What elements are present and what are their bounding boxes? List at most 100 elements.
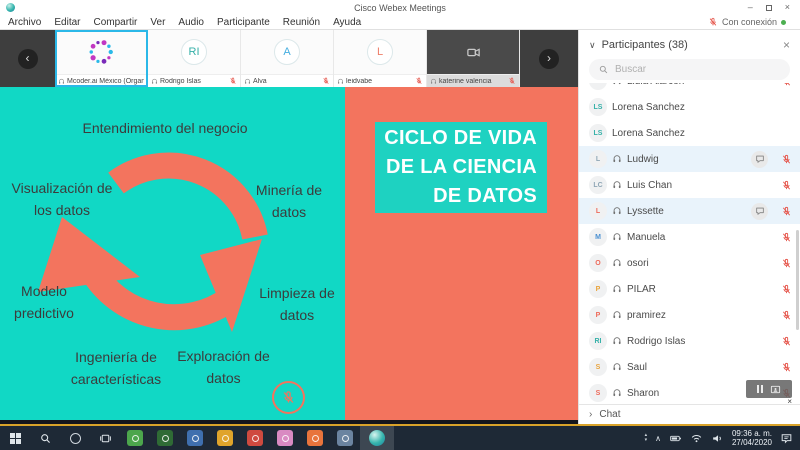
cortana-button[interactable] xyxy=(60,426,90,450)
participant-row[interactable]: L Ludwig xyxy=(579,146,800,172)
close-button[interactable]: × xyxy=(785,3,790,12)
chat-bubble-button[interactable] xyxy=(751,151,768,168)
muted-mic-icon[interactable] xyxy=(508,77,516,85)
search-input[interactable]: Buscar xyxy=(589,59,790,80)
muted-mic-icon[interactable] xyxy=(781,180,792,191)
slide-muted-mic-indicator[interactable] xyxy=(272,381,305,414)
menu-item[interactable]: Audio xyxy=(178,17,204,28)
close-panel-icon[interactable]: × xyxy=(783,38,790,52)
audio-connected-icon xyxy=(612,310,622,320)
participant-name-label: Saul xyxy=(627,362,776,373)
app-icon xyxy=(247,430,263,446)
hidden-icons-chevron[interactable]: ∧ xyxy=(655,434,661,443)
participant-row[interactable]: RI Rodrigo Islas xyxy=(579,328,800,354)
muted-mic-icon[interactable] xyxy=(781,362,792,373)
camera-off-icon xyxy=(466,45,481,60)
audio-connected-icon xyxy=(337,78,344,85)
speaker-view-icon[interactable] xyxy=(770,384,781,395)
muted-mic-icon[interactable] xyxy=(322,77,330,85)
maximize-button[interactable] xyxy=(766,5,772,11)
close-overlay-icon[interactable]: × xyxy=(787,397,792,406)
clock-date: 27/04/2020 xyxy=(732,438,772,447)
battery-icon[interactable] xyxy=(669,432,682,445)
participant-row[interactable]: P pramirez xyxy=(579,302,800,328)
video-thumbnail[interactable]: Mcoder.ai México (Organizador) xyxy=(55,30,148,87)
pause-icon[interactable] xyxy=(757,385,763,393)
menu-item[interactable]: Ayuda xyxy=(333,17,361,28)
participant-row[interactable]: P PILAR xyxy=(579,276,800,302)
app-icon xyxy=(187,430,203,446)
taskbar-app-button[interactable] xyxy=(240,426,270,450)
participant-row[interactable]: M Manuela xyxy=(579,224,800,250)
participant-name-label: PILAR xyxy=(627,284,776,295)
menu-item[interactable]: Archivo xyxy=(8,17,41,28)
taskbar-app-button[interactable] xyxy=(150,426,180,450)
menu-item[interactable]: Ver xyxy=(150,17,165,28)
menu-item[interactable]: Editar xyxy=(54,17,80,28)
connection-green-dot-icon xyxy=(781,20,786,25)
taskbar-webex-button[interactable] xyxy=(360,426,394,450)
tray-scroll-arrows[interactable]: ▴▾ xyxy=(645,433,648,443)
taskbar-app-button[interactable] xyxy=(210,426,240,450)
chat-section-toggle[interactable]: › Chat xyxy=(579,404,800,424)
audio-connected-icon xyxy=(612,284,622,294)
participant-row[interactable]: L Lyssette xyxy=(579,198,800,224)
thumbnail-scroll-right[interactable]: › xyxy=(520,30,578,87)
taskbar-search-button[interactable] xyxy=(30,426,60,450)
taskbar-app-button[interactable] xyxy=(180,426,210,450)
muted-mic-icon[interactable] xyxy=(781,206,792,217)
muted-mic-icon[interactable] xyxy=(415,77,423,85)
audio-connected-icon xyxy=(612,362,622,372)
participant-row[interactable]: LS Lorena Sanchez xyxy=(579,120,800,146)
thumbnail-scroll-left[interactable]: ‹ xyxy=(0,30,55,87)
search-placeholder: Buscar xyxy=(615,64,646,75)
video-thumbnail[interactable]: A Alva xyxy=(241,30,334,87)
muted-mic-icon[interactable] xyxy=(781,284,792,295)
menu-item[interactable]: Compartir xyxy=(93,17,137,28)
taskbar-clock[interactable]: 09:36 a. m. 27/04/2020 xyxy=(732,429,772,447)
muted-mic-icon[interactable] xyxy=(781,336,792,347)
app-icon xyxy=(127,430,143,446)
chevron-down-icon[interactable]: ∨ xyxy=(589,40,596,51)
muted-mic-icon[interactable] xyxy=(781,258,792,269)
menu-item[interactable]: Reunión xyxy=(283,17,320,28)
participant-row[interactable]: S Saul xyxy=(579,354,800,380)
thumbnail-video-area: A xyxy=(241,30,333,74)
audio-connected-icon xyxy=(612,180,622,190)
avatar: L xyxy=(589,150,607,168)
slide-title-line3: DE DATOS xyxy=(375,182,537,211)
avatar-initials: LS xyxy=(594,104,603,111)
avatar: A xyxy=(274,39,300,65)
video-thumbnail[interactable]: RI Rodrigo Islas xyxy=(148,30,241,87)
avatar: P xyxy=(589,280,607,298)
muted-mic-icon[interactable] xyxy=(229,77,237,85)
participants-scrollbar[interactable] xyxy=(796,230,799,330)
avatar-initials: P xyxy=(596,286,601,293)
muted-mic-icon[interactable] xyxy=(781,310,792,321)
start-button[interactable] xyxy=(0,426,30,450)
menu-item[interactable]: Participante xyxy=(217,17,270,28)
chevron-left-icon[interactable]: ‹ xyxy=(18,49,38,69)
chat-bubble-button[interactable] xyxy=(751,203,768,220)
participant-row[interactable]: LS Lorena Sanchez xyxy=(579,94,800,120)
slide-step-exploration: Exploración de datos xyxy=(176,345,271,389)
taskbar-app-button[interactable] xyxy=(330,426,360,450)
volume-icon[interactable] xyxy=(711,432,724,445)
participant-row[interactable]: LC Luis Chan xyxy=(579,172,800,198)
notification-center-icon[interactable] xyxy=(780,432,793,445)
participant-name-label: leidvabe xyxy=(346,78,413,85)
wifi-icon[interactable] xyxy=(690,432,703,445)
audio-connected-icon xyxy=(151,78,158,85)
video-thumbnail[interactable]: katerine valencia xyxy=(427,30,520,87)
avatar: S xyxy=(589,358,607,376)
minimize-button[interactable]: – xyxy=(748,3,753,12)
video-thumbnail[interactable]: L leidvabe xyxy=(334,30,427,87)
chevron-right-icon[interactable]: › xyxy=(539,49,559,69)
task-view-button[interactable] xyxy=(90,426,120,450)
taskbar-app-button[interactable] xyxy=(120,426,150,450)
taskbar-app-button[interactable] xyxy=(270,426,300,450)
participant-row[interactable]: O osori xyxy=(579,250,800,276)
taskbar-app-button[interactable] xyxy=(300,426,330,450)
muted-mic-icon[interactable] xyxy=(781,154,792,165)
muted-mic-icon[interactable] xyxy=(781,232,792,243)
